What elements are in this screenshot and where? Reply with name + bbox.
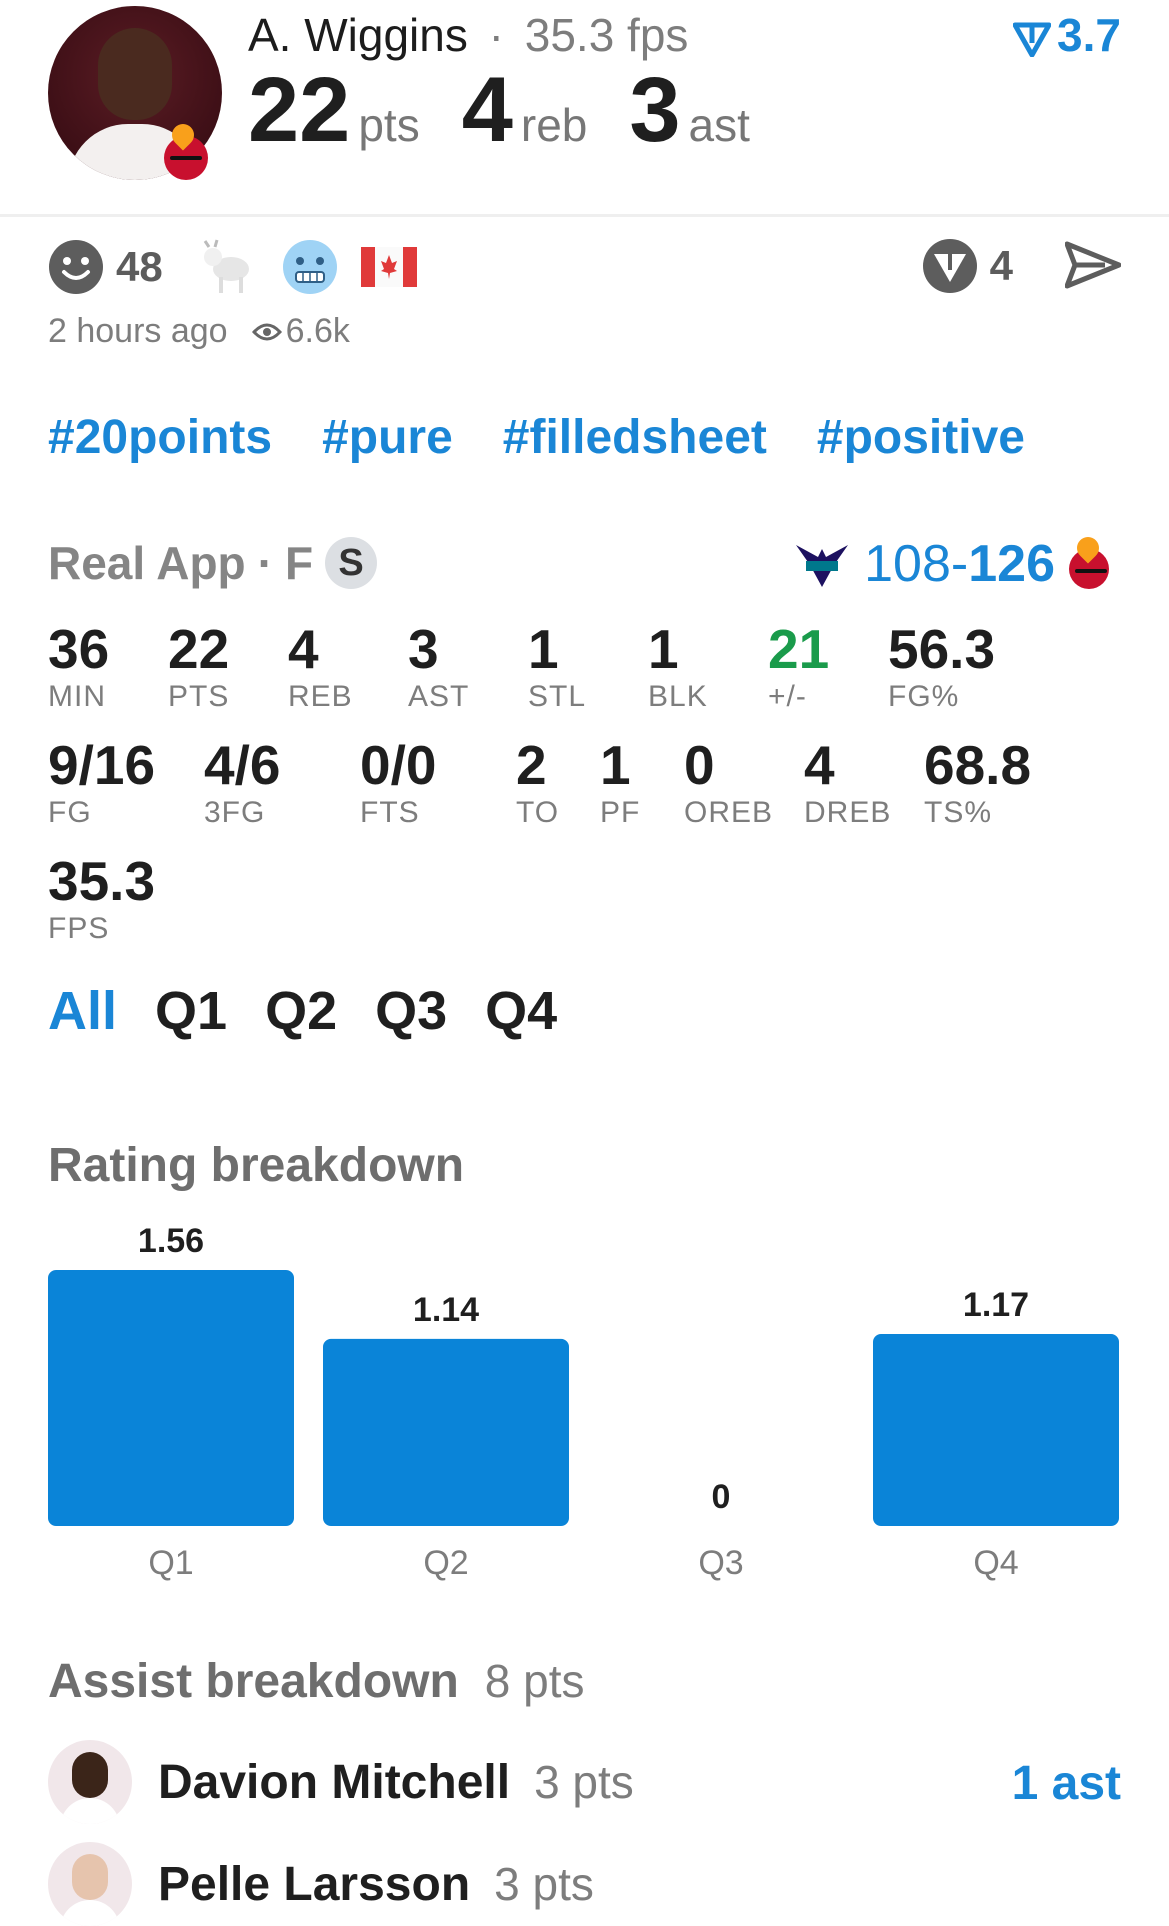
stat-stl: 1 STL [528,618,587,713]
source-line: Real App · F S [48,536,378,590]
player-header-line: A. Wiggins · 35.3 fps [248,8,688,62]
player-name[interactable]: A. Wiggins [248,9,468,61]
hashtag[interactable]: #filledsheet [503,410,767,465]
stat-fg: 9/16 FG [48,734,156,829]
assist-total-pts: 8 pts [484,1655,585,1707]
reb-value: 4 [461,59,513,161]
pts-label: pts [358,99,420,151]
cold-face-icon[interactable] [281,238,339,296]
vector-badge-icon [922,239,977,293]
pts-value: 22 [248,59,351,161]
hornets-team-logo-icon [796,545,849,587]
rating-value: 3.7 [1057,9,1121,61]
post-meta: 2 hours ago 6.6k [48,312,350,351]
tab-q4[interactable]: Q4 [485,980,557,1042]
header-divider [0,214,1169,217]
quarter-tabs: All Q1 Q2 Q3 Q4 [48,980,557,1042]
category-label: Q4 [973,1544,1018,1582]
stat-fps: 35.3 FPS [48,850,156,945]
canada-flag-icon[interactable] [360,247,417,287]
stat-plus-minus: 21 +/- [768,618,830,713]
bar-q1[interactable] [48,1270,294,1526]
assist-count: 1 ast [1011,1757,1121,1810]
rating-breakdown-title: Rating breakdown [48,1139,465,1192]
stat-oreb: 0 OREB [684,734,774,829]
tab-q3[interactable]: Q3 [375,980,447,1042]
score-away: 108 [864,535,951,593]
tab-q1[interactable]: Q1 [155,980,227,1042]
eye-icon [251,323,282,340]
assist-row[interactable]: Pelle Larsson 3 pts [48,1842,594,1926]
stat-pts: 22 PTS [168,618,230,713]
score-home: 126 [968,535,1055,593]
category-label: Q2 [423,1544,468,1582]
rating-breakdown-chart: 1.56 Q1 1.14 Q2 0 Q3 1.17 Q4 [48,1222,1119,1582]
view-count: 6.6k [285,312,350,350]
vector-count-button[interactable]: 4 [922,238,1013,294]
bar-value-label: 1.17 [963,1286,1029,1324]
reaction-bar: 48 [48,238,417,296]
stat-ast: 3 AST [408,618,470,713]
share-send-icon[interactable] [1065,240,1121,290]
tab-q2[interactable]: Q2 [265,980,337,1042]
category-label: Q3 [698,1544,743,1582]
bar-value-label: 0 [712,1478,731,1516]
goat-icon[interactable] [199,239,259,295]
assist-player-name: Davion Mitchell [158,1755,511,1809]
headline-stats: 22 pts 4 reb 3 ast [248,58,750,163]
stat-dreb: 4 DREB [804,734,892,829]
score-dash: - [950,535,969,593]
ast-value: 3 [629,59,681,161]
ast-label: ast [688,99,750,151]
bar-value-label: 1.14 [413,1291,479,1329]
hashtag-list: #20points #pure #filledsheet #positive [48,410,1025,465]
player-fps: 35.3 fps [524,9,689,61]
reb-label: reb [520,99,588,151]
stat-blk: 1 BLK [648,618,708,713]
assist-row[interactable]: Davion Mitchell 3 pts [48,1740,634,1824]
assist-player-pts: 3 pts [494,1858,594,1910]
heat-team-logo-icon [1069,549,1109,589]
tab-all[interactable]: All [48,980,117,1042]
smile-count: 48 [116,243,163,290]
hashtag[interactable]: #positive [817,410,1025,465]
assist-breakdown-title: Assist breakdown [48,1655,459,1708]
assist-player-name: Pelle Larsson [158,1857,471,1911]
source-label: Real App [48,537,246,589]
player-face [98,28,172,120]
hashtag[interactable]: #20points [48,410,272,465]
vector-count: 4 [989,242,1013,289]
assist-breakdown-header: Assist breakdown 8 pts [48,1654,585,1709]
bar-value-label: 1.56 [138,1222,204,1260]
vector-rating[interactable]: 3.7 [1012,8,1121,62]
player-avatar [48,1740,132,1824]
hashtag[interactable]: #pure [322,410,453,465]
stat-pf: 1 PF [600,734,641,829]
stat-fts: 0/0 FTS [360,734,437,829]
smile-icon [49,240,103,294]
position-label: F [284,537,314,589]
stat-to: 2 TO [516,734,560,829]
stat-3fg: 4/6 3FG [204,734,281,829]
smile-reaction-button[interactable]: 48 [48,239,163,295]
game-score[interactable]: 108-126 [794,534,1109,594]
category-label: Q1 [148,1544,193,1582]
separator: · [488,9,504,61]
assist-player-pts: 3 pts [534,1756,634,1808]
stat-min: 36 MIN [48,618,110,713]
stat-ts-pct: 68.8 TS% [924,734,1032,829]
vector-down-icon [1012,22,1052,58]
bar-q2[interactable] [323,1338,569,1526]
stat-reb: 4 REB [288,618,353,713]
heat-team-logo-icon [164,136,208,180]
post-time: 2 hours ago [48,312,228,350]
stat-fg-pct: 56.3 FG% [888,618,996,713]
bar-q4[interactable] [873,1334,1119,1526]
player-avatar [48,1842,132,1926]
source-separator: · [257,537,273,589]
starter-badge: S [325,537,378,589]
